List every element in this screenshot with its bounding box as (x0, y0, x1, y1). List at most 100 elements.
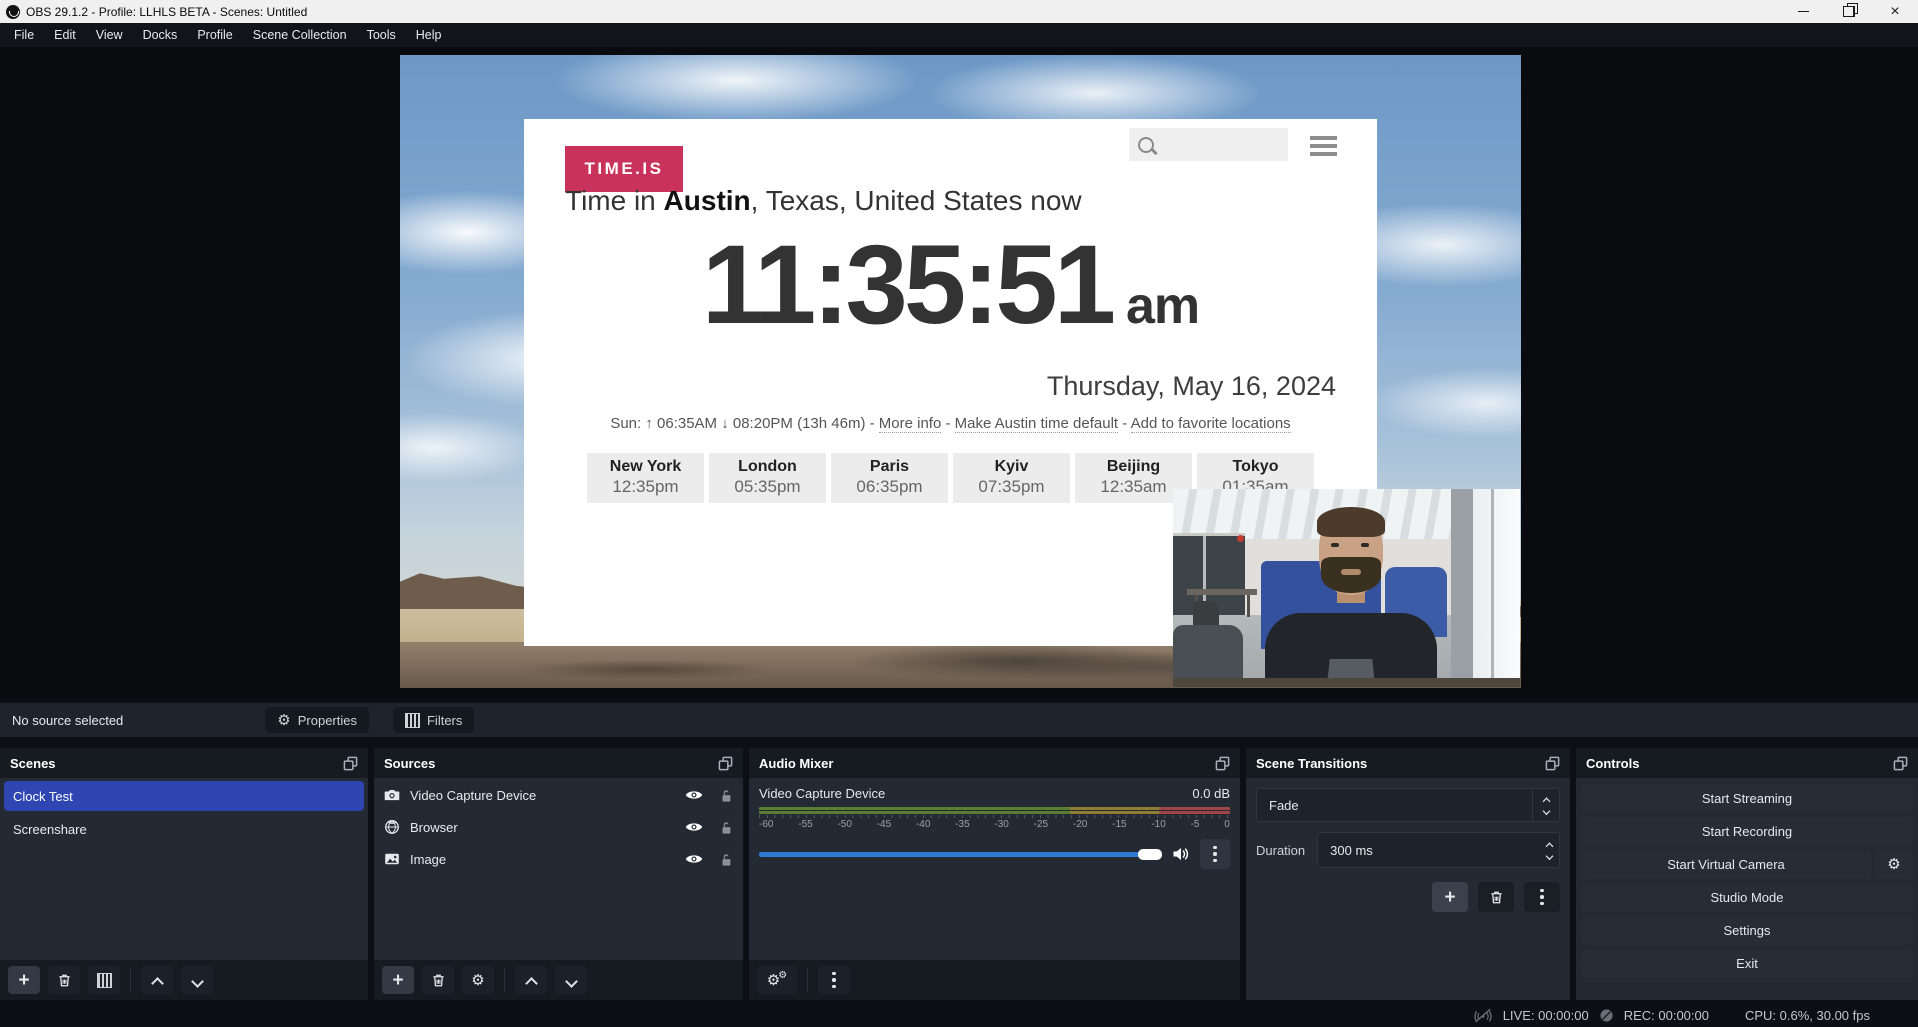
panel-audio-mixer: Audio Mixer Video Capture Device 0.0 dB … (749, 748, 1240, 1000)
audio-mixer-title: Audio Mixer (759, 756, 833, 771)
spin-down-icon[interactable] (1546, 852, 1553, 859)
close-button[interactable]: × (1872, 0, 1918, 23)
popout-icon[interactable] (1893, 756, 1908, 771)
studio-mode-button[interactable]: Studio Mode (1581, 883, 1913, 912)
popout-icon[interactable] (1215, 756, 1230, 771)
restore-button[interactable] (1826, 0, 1872, 23)
transition-kebab-button[interactable] (1524, 882, 1560, 912)
advanced-audio-button[interactable]: ⚙⚙ (757, 966, 797, 994)
panel-sources: Sources Video Capture Device Browser (374, 748, 743, 1000)
menu-item-view[interactable]: View (86, 24, 133, 46)
scenes-toolbar: + (0, 960, 368, 1000)
meter-ticklabels: -60-55-50-45-40-35-30-25-20-15-10-50 (759, 819, 1230, 830)
minimize-button[interactable] (1780, 0, 1826, 23)
menu-item-profile[interactable]: Profile (187, 24, 242, 46)
virtual-camera-settings-button[interactable]: ⚙ (1875, 850, 1913, 879)
scene-filters-button[interactable] (88, 966, 120, 994)
exit-button[interactable]: Exit (1581, 949, 1913, 978)
duration-spinbox[interactable]: 300 ms (1317, 832, 1560, 868)
start-streaming-button[interactable]: Start Streaming (1581, 784, 1913, 813)
filter-icon (97, 973, 112, 988)
move-source-up-button[interactable] (515, 966, 547, 994)
person-hair (1317, 507, 1385, 537)
popout-icon[interactable] (1545, 756, 1560, 771)
scene-item-screenshare[interactable]: Screenshare (4, 814, 364, 844)
visibility-icon[interactable] (685, 852, 703, 866)
lock-icon[interactable] (719, 852, 733, 867)
source-row-browser[interactable]: Browser (374, 812, 743, 842)
source-toolbar: No source selected ⚙ Properties Filters (0, 703, 1918, 737)
remove-transition-button[interactable] (1478, 882, 1514, 912)
person-beard (1321, 557, 1381, 593)
move-scene-down-button[interactable] (181, 966, 213, 994)
webcam-overlay[interactable] (1173, 489, 1520, 687)
add-scene-button[interactable]: + (8, 966, 40, 994)
dock-row: Scenes Clock Test Screenshare + Sour (0, 748, 1918, 1000)
start-virtual-camera-button[interactable]: Start Virtual Camera (1581, 850, 1871, 879)
person-eye (1361, 543, 1369, 547)
transitions-header: Scene Transitions (1246, 748, 1570, 778)
gear-icon: ⚙ (277, 713, 290, 728)
visibility-icon[interactable] (685, 820, 703, 834)
menubar: File Edit View Docks Profile Scene Colle… (0, 23, 1918, 47)
popout-icon[interactable] (343, 756, 358, 771)
mixer-kebab-button[interactable] (1200, 839, 1230, 869)
popout-icon[interactable] (718, 756, 733, 771)
menu-item-file[interactable]: File (4, 24, 44, 46)
search-icon (1138, 137, 1154, 153)
globe-icon (384, 819, 400, 835)
remove-source-button[interactable] (422, 966, 454, 994)
menu-item-tools[interactable]: Tools (357, 24, 406, 46)
clock-meridiem: am (1126, 276, 1199, 336)
add-source-button[interactable]: + (382, 966, 414, 994)
visibility-icon[interactable] (685, 788, 703, 802)
window-controls: × (1780, 0, 1918, 23)
start-recording-button[interactable]: Start Recording (1581, 817, 1913, 846)
menu-item-scene-collection[interactable]: Scene Collection (243, 24, 357, 46)
audio-kebab-button[interactable] (818, 966, 850, 994)
spin-up-icon[interactable] (1546, 841, 1553, 848)
person-mouth (1341, 569, 1361, 575)
source-row-image[interactable]: Image (374, 844, 743, 874)
obs-logo-icon (6, 5, 20, 19)
link-more-info: More info (879, 415, 942, 433)
filters-button[interactable]: Filters (393, 707, 474, 733)
settings-button[interactable]: Settings (1581, 916, 1913, 945)
properties-button[interactable]: ⚙ Properties (265, 707, 369, 733)
camera-icon (384, 787, 400, 803)
city-card: London 05:35pm (709, 453, 826, 503)
menu-item-help[interactable]: Help (406, 24, 452, 46)
stream-status-icon (1473, 1008, 1493, 1023)
scenes-header: Scenes (0, 748, 368, 778)
gear-icon: ⚙ (471, 973, 484, 988)
city-card: Paris 06:35pm (831, 453, 948, 503)
scene-item-clock-test[interactable]: Clock Test (4, 781, 364, 811)
hamburger-menu-icon (1310, 136, 1337, 156)
speaker-icon[interactable] (1172, 846, 1190, 862)
source-row-video-capture[interactable]: Video Capture Device (374, 780, 743, 810)
chevron-up-icon (152, 975, 163, 986)
rec-status: REC: 00:00:00 (1624, 1008, 1709, 1023)
mixer-level: 0.0 dB (1192, 786, 1230, 801)
menu-item-edit[interactable]: Edit (44, 24, 86, 46)
source-properties-button[interactable]: ⚙ (462, 966, 494, 994)
chevron-down-icon (192, 975, 203, 986)
chevron-up-icon (526, 975, 537, 986)
menu-item-docks[interactable]: Docks (133, 24, 188, 46)
transition-select[interactable]: Fade (1256, 788, 1560, 822)
lock-icon[interactable] (719, 820, 733, 835)
status-no-source: No source selected (12, 713, 123, 728)
sources-header: Sources (374, 748, 743, 778)
add-transition-button[interactable]: + (1432, 882, 1468, 912)
lock-icon[interactable] (719, 788, 733, 803)
controls-header: Controls (1576, 748, 1918, 778)
volume-slider[interactable] (759, 852, 1162, 857)
volume-slider-handle[interactable] (1138, 849, 1162, 860)
controls-body: Start Streaming Start Recording Start Vi… (1576, 778, 1918, 1000)
move-scene-up-button[interactable] (141, 966, 173, 994)
divider (807, 968, 808, 992)
remove-scene-button[interactable] (48, 966, 80, 994)
heading-city: Austin (664, 185, 751, 216)
preview-canvas[interactable]: TIME.IS Time in Austin, Texas, United St… (400, 55, 1521, 688)
move-source-down-button[interactable] (555, 966, 587, 994)
